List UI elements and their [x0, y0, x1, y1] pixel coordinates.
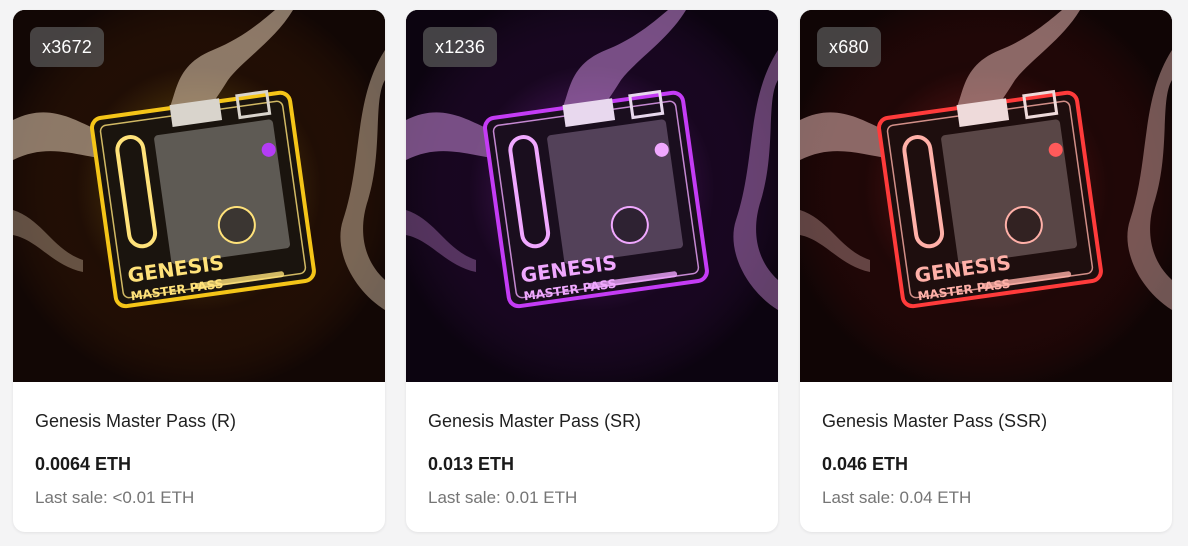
last-sale: Last sale: 0.04 ETH — [822, 488, 972, 507]
edition-count-badge: x3672 — [30, 27, 105, 67]
nft-image[interactable]: GENESIS MASTER PASS x680 — [800, 10, 1172, 382]
last-sale: Last sale: <0.01 ETH — [35, 488, 195, 507]
last-sale: Last sale: 0.01 ETH — [428, 488, 578, 507]
nft-card-grid: GENESIS MASTER PASS x3672 Genesis Master… — [0, 0, 1188, 546]
nft-price: 0.046 ETH — [822, 454, 909, 474]
nft-name[interactable]: Genesis Master Pass (R) — [35, 410, 363, 432]
nft-price: 0.0064 ETH — [35, 454, 132, 474]
nft-price: 0.013 ETH — [428, 454, 515, 474]
nft-image[interactable]: GENESIS MASTER PASS x3672 — [13, 10, 385, 382]
nft-image[interactable]: GENESIS MASTER PASS x1236 — [406, 10, 778, 382]
nft-name[interactable]: Genesis Master Pass (SR) — [428, 410, 756, 432]
nft-card[interactable]: GENESIS MASTER PASS x1236 Genesis Master… — [406, 10, 778, 532]
edition-count-badge: x1236 — [423, 27, 498, 67]
edition-count-badge: x680 — [817, 27, 881, 67]
nft-name[interactable]: Genesis Master Pass (SSR) — [822, 410, 1150, 432]
nft-card[interactable]: GENESIS MASTER PASS x680 Genesis Master … — [800, 10, 1172, 532]
nft-card[interactable]: GENESIS MASTER PASS x3672 Genesis Master… — [13, 10, 385, 532]
